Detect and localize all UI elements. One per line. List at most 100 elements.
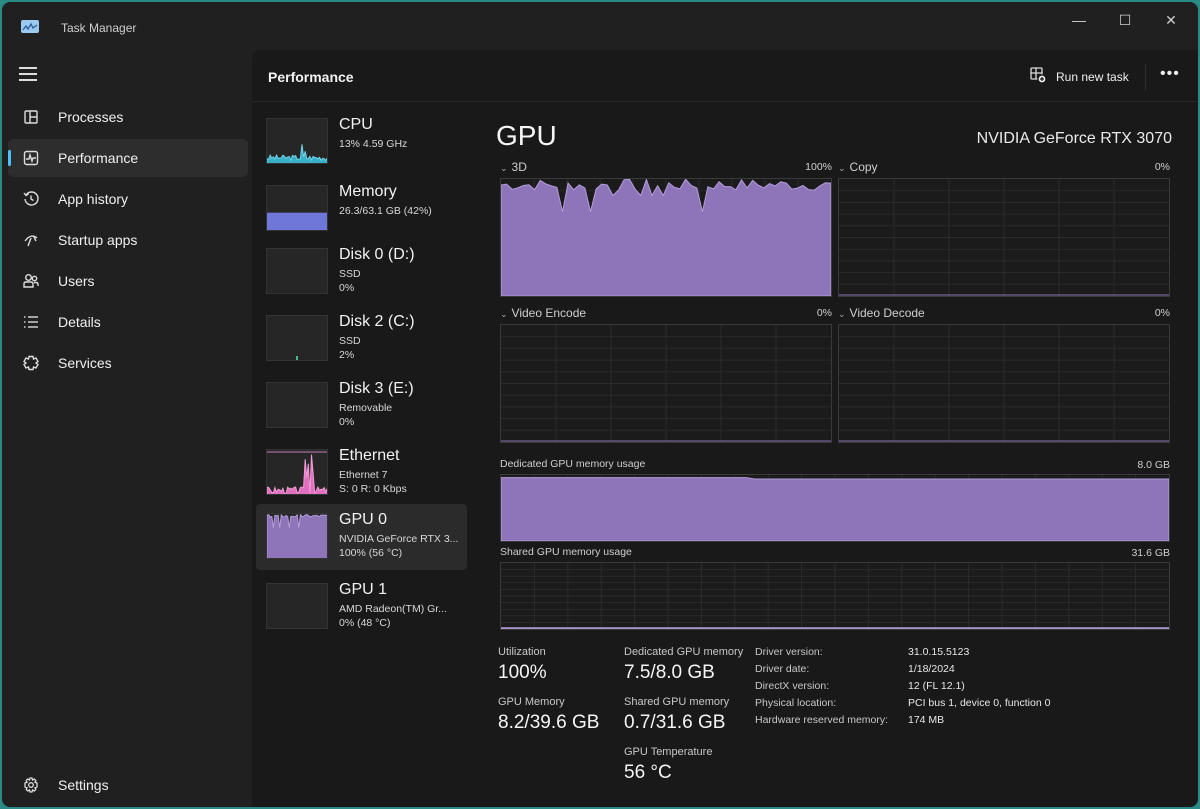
shared-memory-max: 31.6 GB — [1131, 547, 1170, 559]
driver-details: Driver version: 31.0.15.5123 Driver date… — [755, 646, 1195, 736]
shared-memory-label: Shared GPU memory usage — [500, 546, 632, 558]
device-item-gpu1[interactable]: GPU 1 AMD Radeon(TM) Gr... 0% (48 °C) — [256, 578, 467, 644]
utilization-area — [501, 179, 831, 296]
sidebar-item-processes[interactable]: Processes — [8, 98, 248, 136]
gpu-memory-label: GPU Memory — [498, 696, 565, 708]
utilization-label: Utilization — [498, 646, 546, 658]
chevron-down-icon: ⌄ — [500, 163, 508, 173]
header-divider — [1145, 64, 1146, 90]
device-thumbnail — [266, 248, 328, 294]
device-detail: S: 0 R: 0 Kbps — [339, 483, 407, 495]
gear-icon — [22, 776, 40, 794]
engine-selector-3d[interactable]: ⌄ 3D — [500, 160, 527, 174]
graph-shared-memory — [500, 562, 1170, 630]
device-detail: Ethernet 7 — [339, 469, 388, 481]
gpu-temperature-label: GPU Temperature — [624, 746, 713, 758]
gpu-temperature-value: 56 °C — [624, 762, 672, 783]
more-options-button[interactable]: ••• — [1160, 65, 1180, 83]
sidebar-item-label: App history — [58, 191, 129, 207]
page-title: Performance — [268, 69, 354, 85]
sidebar: Processes Performance App history Startu… — [2, 50, 252, 807]
ethernet-usage-area — [267, 454, 327, 494]
chevron-down-icon: ⌄ — [500, 309, 508, 319]
sidebar-item-label: Users — [58, 273, 95, 289]
device-name: GPU 0 — [339, 511, 388, 528]
graph-copy — [838, 178, 1170, 297]
hamburger-menu-icon[interactable] — [19, 67, 37, 81]
engine-value: 0% — [1154, 161, 1170, 173]
device-thumbnail — [266, 382, 328, 428]
memory-usage-bar — [267, 212, 327, 230]
device-detail: 100% (56 °C) — [339, 547, 403, 559]
sidebar-item-services[interactable]: Services — [8, 344, 248, 382]
processes-icon — [22, 108, 40, 126]
engine-selector-video-decode[interactable]: ⌄ Video Decode — [838, 306, 925, 320]
device-detail: SSD — [339, 335, 361, 347]
users-icon — [22, 272, 40, 290]
device-item-ethernet[interactable]: Ethernet Ethernet 7 S: 0 R: 0 Kbps — [256, 444, 467, 510]
engine-value: 0% — [1154, 307, 1170, 319]
device-item-disk3[interactable]: Disk 3 (E:) Removable 0% — [256, 377, 467, 443]
graph-video-decode — [838, 324, 1170, 443]
device-detail: SSD — [339, 268, 361, 280]
detail-value: 174 MB — [908, 714, 945, 726]
sidebar-item-label: Details — [58, 314, 101, 330]
dedicated-memory-area — [501, 477, 1169, 541]
chevron-down-icon: ⌄ — [838, 163, 846, 173]
shared-memory-stat-value: 0.7/31.6 GB — [624, 712, 726, 733]
engine-selector-video-encode[interactable]: ⌄ Video Encode — [500, 306, 586, 320]
device-thumbnail — [266, 449, 328, 495]
device-name: Disk 3 (E:) — [339, 380, 414, 397]
gpu-detail-panel: GPU NVIDIA GeForce RTX 3070 ⌄ 3D 100% ⌄ Co… — [486, 102, 1198, 807]
device-item-disk0[interactable]: Disk 0 (D:) SSD 0% — [256, 243, 467, 309]
detail-value: 12 (FL 12.1) — [908, 680, 965, 692]
close-button[interactable]: ✕ — [1148, 6, 1194, 36]
device-item-memory[interactable]: Memory 26.3/63.1 GB (42%) — [256, 180, 467, 246]
detail-value: 1/18/2024 — [908, 663, 955, 675]
detail-key: Driver version: — [755, 646, 823, 658]
graph-3d — [500, 178, 832, 297]
sidebar-item-startup-apps[interactable]: Startup apps — [8, 221, 248, 259]
device-detail: Removable — [339, 402, 393, 414]
sidebar-item-users[interactable]: Users — [8, 262, 248, 300]
maximize-button[interactable]: ☐ — [1102, 6, 1148, 36]
detail-key: Hardware reserved memory: — [755, 714, 889, 726]
device-item-cpu[interactable]: CPU 13% 4.59 GHz — [256, 113, 467, 179]
chevron-down-icon: ⌄ — [838, 309, 846, 319]
engine-selector-copy[interactable]: ⌄ Copy — [838, 160, 878, 174]
engine-value: 100% — [805, 161, 832, 173]
sidebar-item-settings[interactable]: Settings — [8, 767, 248, 803]
minimize-button[interactable]: — — [1056, 6, 1102, 36]
sidebar-item-performance[interactable]: Performance — [8, 139, 248, 177]
device-name: CPU — [339, 116, 373, 133]
device-detail: 0% — [339, 282, 355, 294]
window-title: Task Manager — [61, 21, 137, 35]
sidebar-item-label: Services — [58, 355, 112, 371]
device-item-gpu0[interactable]: GPU 0 NVIDIA GeForce RTX 3... 100% (56 °… — [256, 504, 467, 570]
device-thumbnail — [266, 583, 328, 629]
device-name: Memory — [339, 183, 397, 200]
run-new-task-button[interactable]: Run new task — [1030, 66, 1129, 88]
gpu0-usage-area — [267, 514, 327, 558]
sidebar-item-label: Performance — [58, 150, 139, 166]
sidebar-item-app-history[interactable]: App history — [8, 180, 248, 218]
task-manager-app-icon — [21, 20, 39, 33]
detail-value: PCI bus 1, device 0, function 0 — [908, 697, 1051, 709]
device-name: GPU 1 — [339, 581, 388, 598]
device-name: Disk 0 (D:) — [339, 246, 415, 263]
sidebar-item-details[interactable]: Details — [8, 303, 248, 341]
content-header: Performance Run new task ••• — [252, 50, 1198, 102]
device-name: Ethernet — [339, 447, 400, 464]
detail-value: 31.0.15.5123 — [908, 646, 970, 658]
gpu-title: GPU — [496, 120, 557, 151]
graph-dedicated-memory — [500, 474, 1170, 542]
run-new-task-label: Run new task — [1056, 70, 1129, 84]
graph-video-encode — [500, 324, 832, 443]
app-history-icon — [22, 190, 40, 208]
detail-key: DirectX version: — [755, 680, 830, 692]
device-detail: AMD Radeon(TM) Gr... — [339, 603, 447, 615]
device-detail: 0% (48 °C) — [339, 617, 391, 629]
services-icon — [22, 354, 40, 372]
sidebar-item-label: Startup apps — [58, 232, 138, 248]
device-item-disk2[interactable]: Disk 2 (C:) SSD 2% — [256, 310, 467, 376]
